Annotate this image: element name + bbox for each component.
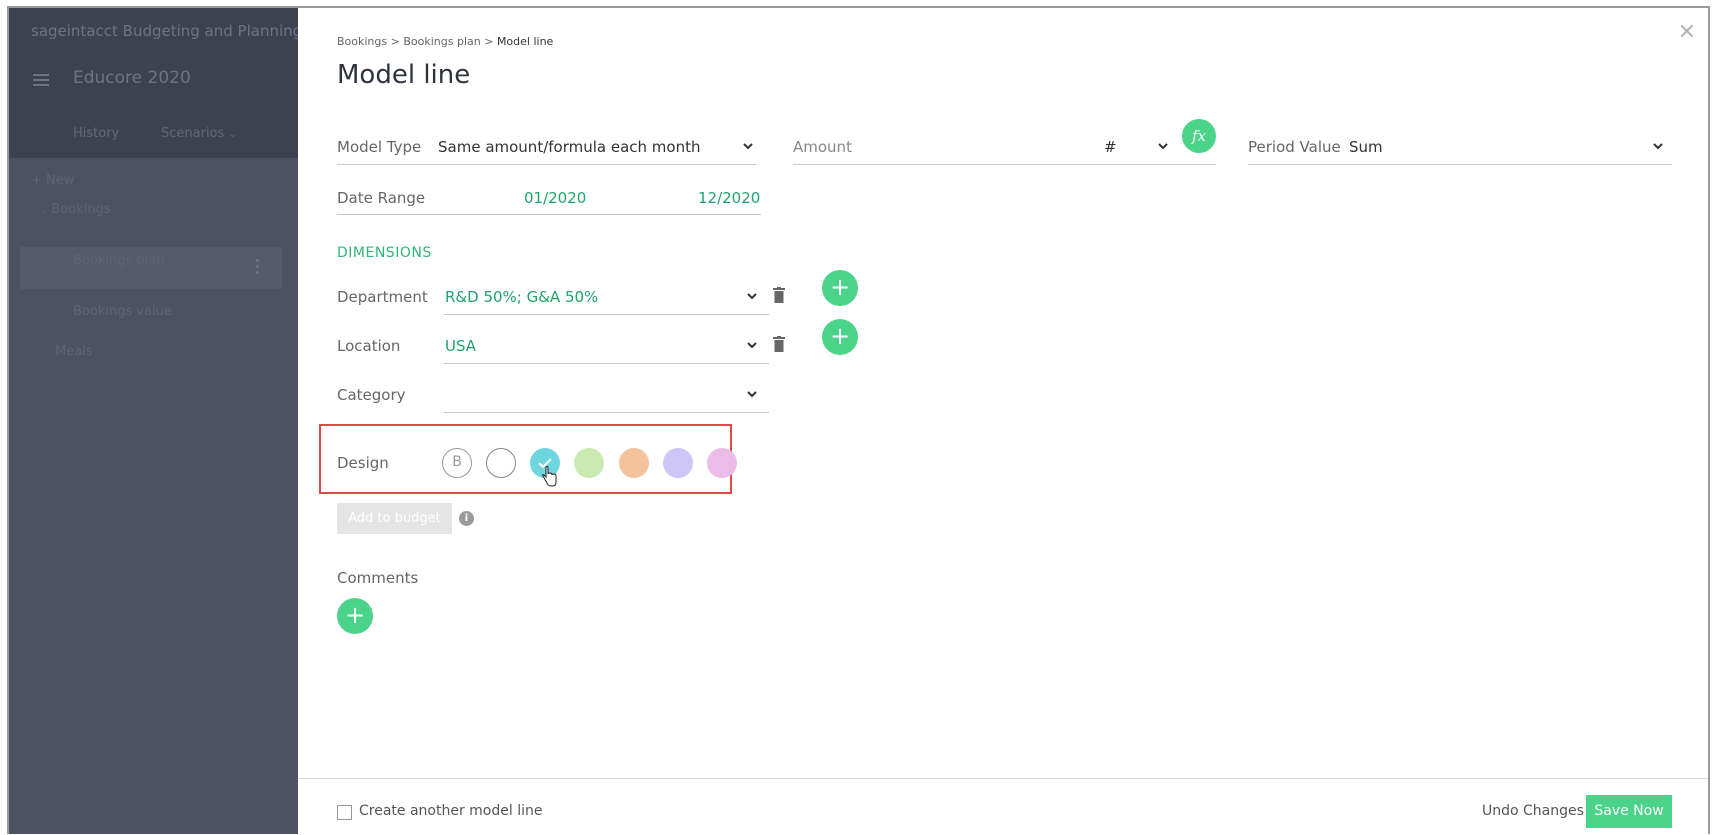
close-icon[interactable]: ✕ — [1678, 22, 1696, 44]
period-value-underline — [1248, 164, 1672, 165]
model-type-select[interactable]: Same amount/formula each month — [438, 138, 701, 156]
create-another-checkbox[interactable] — [337, 805, 352, 820]
undo-changes-button[interactable]: Undo Changes — [1482, 803, 1584, 819]
tree-item-bookings-value[interactable]: Bookings value — [73, 304, 172, 319]
chevron-down-icon[interactable] — [746, 290, 758, 302]
dimensions-heading: DIMENSIONS — [337, 245, 432, 261]
tree-group-label: Bookings — [51, 202, 111, 217]
chevron-down-icon: ⌄ — [228, 129, 237, 140]
breadcrumb-current: Model line — [496, 35, 554, 48]
chevron-down-icon[interactable] — [746, 388, 758, 400]
tab-scenarios[interactable]: Scenarios ⌄ — [161, 126, 237, 141]
date-range-underline — [337, 214, 761, 215]
tree-group-bookings[interactable]: ⌄ Bookings — [41, 202, 111, 217]
chevron-down-icon[interactable] — [1652, 140, 1664, 152]
breadcrumb-separator: > — [390, 35, 400, 48]
trash-icon[interactable] — [773, 336, 785, 352]
breadcrumb: Bookings > Bookings plan > Model line — [337, 35, 553, 48]
kebab-menu-icon[interactable] — [256, 259, 259, 275]
bold-style-option[interactable]: B — [442, 448, 472, 478]
amount-field[interactable]: Amount — [793, 138, 852, 156]
location-underline — [444, 363, 769, 364]
color-swatch-pink[interactable] — [707, 448, 737, 478]
trash-icon[interactable] — [773, 287, 785, 303]
period-value-select[interactable]: Sum — [1349, 138, 1383, 156]
color-swatch-purple[interactable] — [663, 448, 693, 478]
page-title: Model line — [337, 60, 471, 90]
tree-item-bookings-plan[interactable]: Bookings plan — [73, 253, 164, 268]
add-location-button[interactable]: + — [822, 319, 858, 355]
period-value-label: Period Value — [1248, 138, 1341, 156]
chevron-down-icon[interactable] — [742, 140, 754, 152]
model-type-label: Model Type — [337, 138, 422, 156]
location-label: Location — [337, 337, 401, 355]
design-label: Design — [337, 454, 389, 472]
amount-underline — [793, 164, 1216, 165]
amount-unit-select[interactable]: # — [1104, 138, 1117, 156]
chevron-down-icon[interactable] — [746, 339, 758, 351]
brand-logo: sageintacct Budgeting and Planning — [31, 22, 298, 40]
sidebar: sageintacct Budgeting and Planning Educo… — [9, 8, 298, 834]
color-swatch-none[interactable] — [486, 448, 516, 478]
hand-cursor-icon — [541, 466, 557, 488]
add-to-budget-button[interactable]: Add to budget — [337, 503, 452, 534]
plan-title: Educore 2020 — [73, 68, 191, 88]
breadcrumb-bookings[interactable]: Bookings — [337, 35, 387, 48]
date-range-start[interactable]: 01/2020 — [524, 189, 586, 207]
color-swatch-orange[interactable] — [619, 448, 649, 478]
app-frame: sageintacct Budgeting and Planning Educo… — [0, 0, 1717, 835]
model-type-underline — [337, 164, 756, 165]
department-select[interactable]: R&D 50%; G&A 50% — [445, 288, 598, 306]
hamburger-menu-icon[interactable] — [33, 74, 49, 86]
category-underline — [444, 412, 769, 413]
chevron-down-icon[interactable] — [1157, 140, 1169, 152]
breadcrumb-bookings-plan[interactable]: Bookings plan — [403, 35, 480, 48]
info-icon[interactable]: i — [459, 511, 474, 526]
footer-bar: Create another model line Undo Changes S… — [299, 778, 1710, 835]
model-line-panel: ✕ Bookings > Bookings plan > Model line … — [299, 8, 1710, 835]
department-underline — [444, 314, 769, 315]
create-another-label[interactable]: Create another model line — [359, 803, 542, 819]
category-label: Category — [337, 386, 406, 404]
date-range-end[interactable]: 12/2020 — [698, 189, 760, 207]
save-now-button[interactable]: Save Now — [1586, 795, 1672, 828]
department-label: Department — [337, 288, 428, 306]
formula-button[interactable]: fx — [1182, 119, 1216, 153]
breadcrumb-separator: > — [484, 35, 494, 48]
add-department-button[interactable]: + — [822, 270, 858, 306]
tree-item-meals[interactable]: Meals — [55, 344, 93, 359]
tab-scenarios-label: Scenarios — [161, 126, 225, 141]
new-item-button[interactable]: + New — [31, 173, 74, 188]
comments-label: Comments — [337, 569, 419, 587]
color-swatch-green[interactable] — [574, 448, 604, 478]
chevron-down-icon: ⌄ — [41, 206, 52, 216]
date-range-label: Date Range — [337, 189, 426, 207]
location-select[interactable]: USA — [445, 337, 476, 355]
add-comment-button[interactable]: + — [337, 598, 373, 634]
tab-history[interactable]: History — [73, 126, 119, 141]
